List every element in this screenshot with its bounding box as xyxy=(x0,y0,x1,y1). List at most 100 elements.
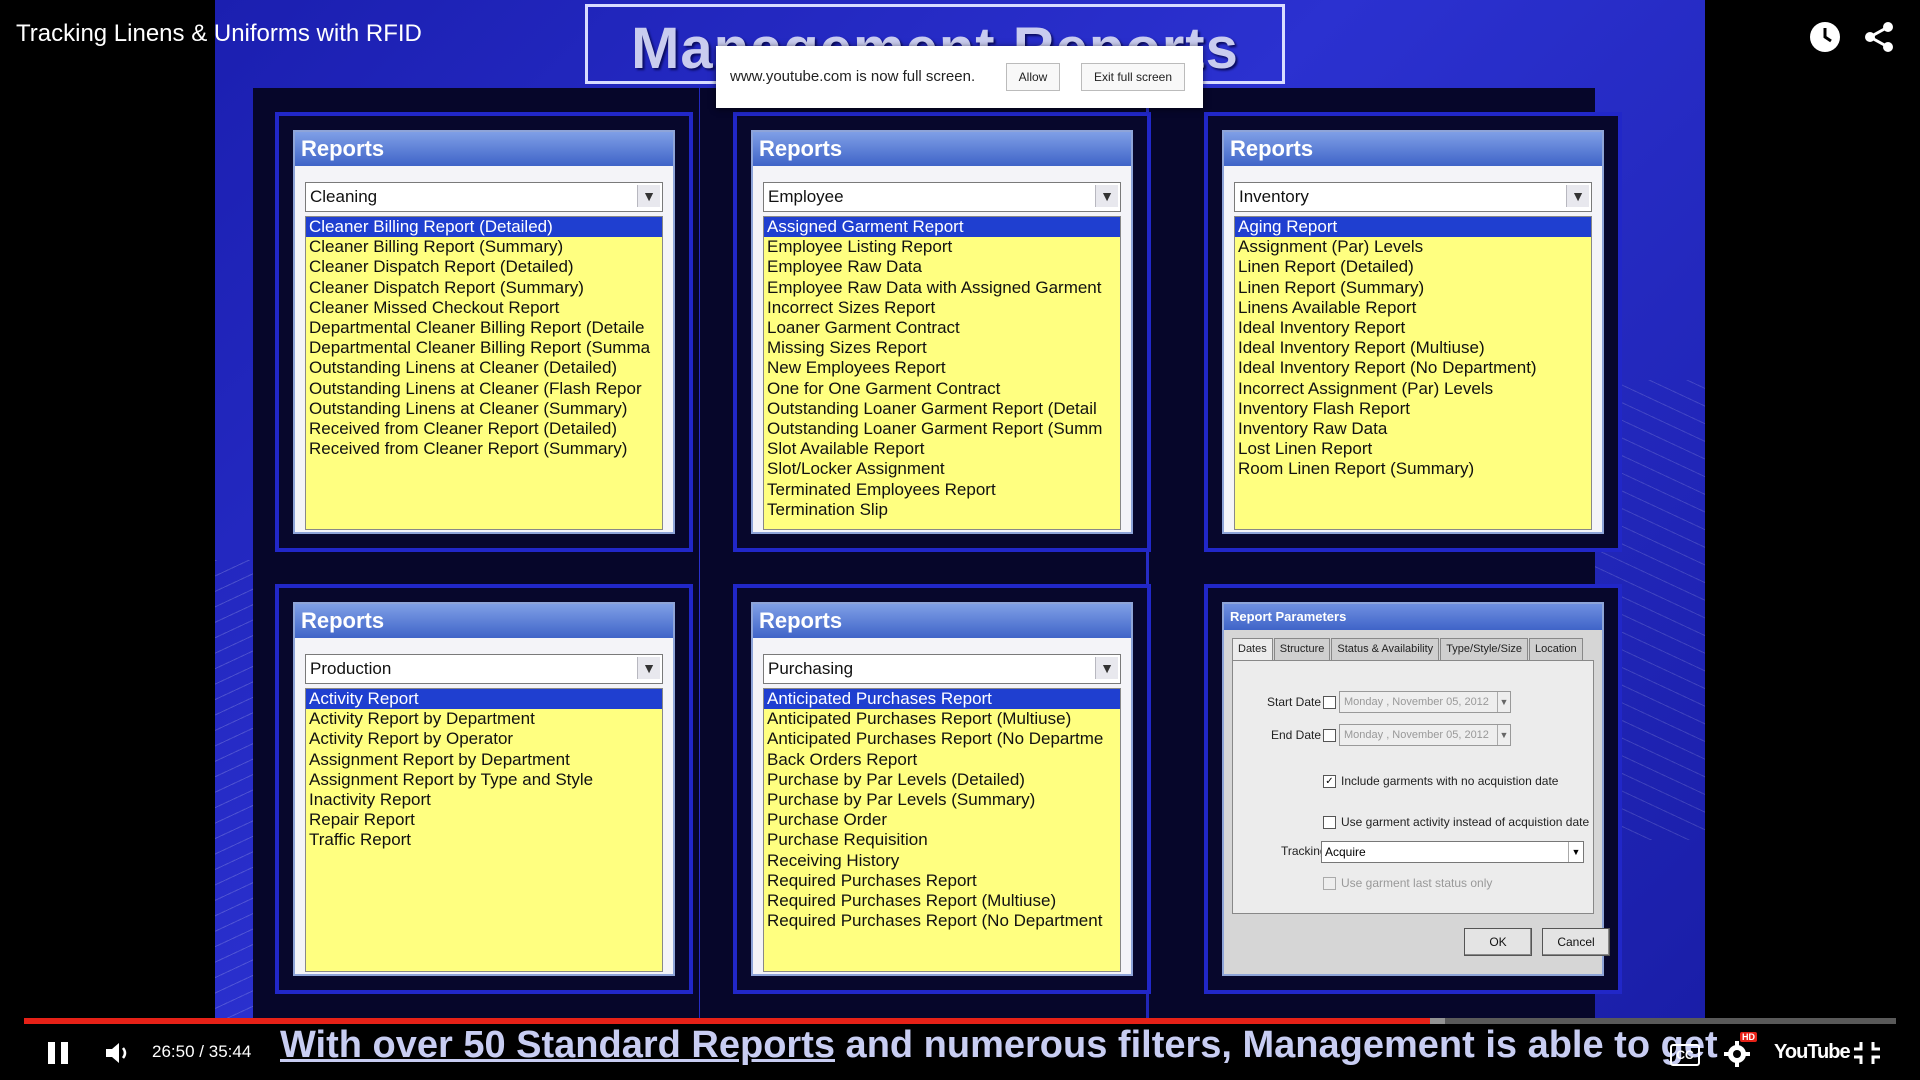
start-date-picker[interactable]: Monday , November 05, 2012 ▼ xyxy=(1339,691,1511,713)
chevron-down-icon[interactable]: ▼ xyxy=(1497,725,1510,745)
list-item[interactable]: Assigned Garment Report xyxy=(764,217,1120,238)
list-item[interactable]: Required Purchases Report (Multiuse) xyxy=(764,891,1120,911)
ok-button[interactable]: OK xyxy=(1464,928,1532,956)
chevron-down-icon[interactable]: ▼ xyxy=(1095,185,1118,207)
list-item[interactable]: Lost Linen Report xyxy=(1235,439,1591,459)
report-list[interactable]: Anticipated Purchases Report Anticipated … xyxy=(763,688,1121,972)
list-item[interactable]: Cleaner Missed Checkout Report xyxy=(306,298,662,318)
list-item[interactable]: Slot/Locker Assignment xyxy=(764,459,1120,479)
use-activity-checkbox[interactable] xyxy=(1323,816,1336,829)
allow-button[interactable]: Allow xyxy=(1006,63,1060,91)
list-item[interactable]: Cleaner Billing Report (Summary) xyxy=(306,237,662,257)
chevron-down-icon[interactable]: ▼ xyxy=(637,657,660,679)
end-date-picker[interactable]: Monday , November 05, 2012 ▼ xyxy=(1339,724,1511,746)
last-status-checkbox[interactable] xyxy=(1323,877,1336,890)
tab-location[interactable]: Location xyxy=(1529,638,1583,660)
pause-icon[interactable] xyxy=(46,1040,72,1066)
list-item[interactable]: Assignment (Par) Levels xyxy=(1235,237,1591,257)
category-dropdown[interactable]: Cleaning ▼ xyxy=(305,182,663,212)
list-item[interactable]: Back Orders Report xyxy=(764,750,1120,770)
list-item[interactable]: Ideal Inventory Report (Multiuse) xyxy=(1235,338,1591,358)
list-item[interactable]: Outstanding Linens at Cleaner (Detailed) xyxy=(306,358,662,378)
volume-icon[interactable] xyxy=(104,1040,132,1066)
watch-later-icon[interactable] xyxy=(1808,20,1842,54)
list-item[interactable]: Departmental Cleaner Billing Report (Det… xyxy=(306,318,662,338)
gear-icon[interactable] xyxy=(1722,1038,1752,1068)
tab-structure[interactable]: Structure xyxy=(1273,638,1331,660)
list-item[interactable]: Outstanding Loaner Garment Report (Summ xyxy=(764,419,1120,439)
list-item[interactable]: Incorrect Sizes Report xyxy=(764,298,1120,318)
exit-fullscreen-icon[interactable] xyxy=(1852,1040,1882,1066)
list-item[interactable]: Purchase Requisition xyxy=(764,830,1120,850)
list-item[interactable]: Ideal Inventory Report (No Department) xyxy=(1235,358,1591,378)
youtube-logo[interactable]: YouTube xyxy=(1774,1041,1851,1064)
report-list[interactable]: Cleaner Billing Report (Detailed) Cleaner… xyxy=(305,216,663,530)
chevron-down-icon[interactable]: ▼ xyxy=(637,185,660,207)
list-item[interactable]: Received from Cleaner Report (Summary) xyxy=(306,439,662,459)
list-item[interactable]: Linen Report (Detailed) xyxy=(1235,257,1591,277)
list-item[interactable]: Incorrect Assignment (Par) Levels xyxy=(1235,379,1591,399)
list-item[interactable]: Employee Listing Report xyxy=(764,237,1120,257)
list-item[interactable]: Purchase Order xyxy=(764,810,1120,830)
category-dropdown[interactable]: Inventory ▼ xyxy=(1234,182,1592,212)
category-dropdown[interactable]: Purchasing ▼ xyxy=(763,654,1121,684)
exit-fullscreen-button[interactable]: Exit full screen xyxy=(1081,63,1185,91)
list-item[interactable]: Cleaner Billing Report (Detailed) xyxy=(306,217,662,238)
share-icon[interactable] xyxy=(1862,20,1896,54)
list-item[interactable]: Anticipated Purchases Report xyxy=(764,689,1120,710)
tab-type-style-size[interactable]: Type/Style/Size xyxy=(1440,638,1529,660)
list-item[interactable]: Termination Slip xyxy=(764,500,1120,520)
list-item[interactable]: Inventory Flash Report xyxy=(1235,399,1591,419)
video-player[interactable]: Management Reports Reports Cleaning ▼ Cl… xyxy=(0,0,1920,1080)
list-item[interactable]: Anticipated Purchases Report (Multiuse) xyxy=(764,709,1120,729)
list-item[interactable]: Activity Report xyxy=(306,689,662,710)
list-item[interactable]: Employee Raw Data with Assigned Garment xyxy=(764,278,1120,298)
report-list[interactable]: Aging Report Assignment (Par) Levels Linen… xyxy=(1234,216,1592,530)
list-item[interactable]: Required Purchases Report (No Department xyxy=(764,911,1120,931)
list-item[interactable]: Inventory Raw Data xyxy=(1235,419,1591,439)
list-item[interactable]: Terminated Employees Report xyxy=(764,480,1120,500)
list-item[interactable]: Loaner Garment Contract xyxy=(764,318,1120,338)
list-item[interactable]: Aging Report xyxy=(1235,217,1591,238)
list-item[interactable]: Activity Report by Department xyxy=(306,709,662,729)
list-item[interactable]: Ideal Inventory Report xyxy=(1235,318,1591,338)
list-item[interactable]: Outstanding Linens at Cleaner (Summary) xyxy=(306,399,662,419)
list-item[interactable]: Linen Report (Summary) xyxy=(1235,278,1591,298)
tab-status-availability[interactable]: Status & Availability xyxy=(1331,638,1440,660)
report-list[interactable]: Activity Report Activity Report by Depart… xyxy=(305,688,663,972)
captions-button[interactable]: CC xyxy=(1670,1044,1700,1066)
list-item[interactable]: Assignment Report by Type and Style xyxy=(306,770,662,790)
chevron-down-icon[interactable]: ▼ xyxy=(1568,842,1583,862)
list-item[interactable]: Cleaner Dispatch Report (Summary) xyxy=(306,278,662,298)
list-item[interactable]: Departmental Cleaner Billing Report (Sum… xyxy=(306,338,662,358)
list-item[interactable]: Linens Available Report xyxy=(1235,298,1591,318)
progress-bar[interactable] xyxy=(24,1018,1896,1024)
tracking-dropdown[interactable]: Acquire ▼ xyxy=(1321,841,1584,863)
video-title[interactable]: Tracking Linens & Uniforms with RFID xyxy=(16,20,422,48)
chevron-down-icon[interactable]: ▼ xyxy=(1095,657,1118,679)
list-item[interactable]: Traffic Report xyxy=(306,830,662,850)
list-item[interactable]: Assignment Report by Department xyxy=(306,750,662,770)
list-item[interactable]: Slot Available Report xyxy=(764,439,1120,459)
list-item[interactable]: Receiving History xyxy=(764,851,1120,871)
cancel-button[interactable]: Cancel xyxy=(1542,928,1610,956)
list-item[interactable]: One for One Garment Contract xyxy=(764,379,1120,399)
list-item[interactable]: Anticipated Purchases Report (No Departm… xyxy=(764,729,1120,749)
list-item[interactable]: Cleaner Dispatch Report (Detailed) xyxy=(306,257,662,277)
list-item[interactable]: Outstanding Linens at Cleaner (Flash Rep… xyxy=(306,379,662,399)
include-no-acquisition-checkbox[interactable]: ✓ xyxy=(1323,775,1336,788)
start-date-checkbox[interactable] xyxy=(1323,696,1336,709)
list-item[interactable]: Purchase by Par Levels (Summary) xyxy=(764,790,1120,810)
list-item[interactable]: Activity Report by Operator xyxy=(306,729,662,749)
category-dropdown[interactable]: Employee ▼ xyxy=(763,182,1121,212)
list-item[interactable]: Purchase by Par Levels (Detailed) xyxy=(764,770,1120,790)
list-item[interactable]: Missing Sizes Report xyxy=(764,338,1120,358)
report-list[interactable]: Assigned Garment Report Employee Listing … xyxy=(763,216,1121,530)
list-item[interactable]: Required Purchases Report xyxy=(764,871,1120,891)
list-item[interactable]: Employee Raw Data xyxy=(764,257,1120,277)
list-item[interactable]: Room Linen Report (Summary) xyxy=(1235,459,1591,479)
chevron-down-icon[interactable]: ▼ xyxy=(1497,692,1510,712)
chevron-down-icon[interactable]: ▼ xyxy=(1566,185,1589,207)
list-item[interactable]: Inactivity Report xyxy=(306,790,662,810)
list-item[interactable]: Repair Report xyxy=(306,810,662,830)
